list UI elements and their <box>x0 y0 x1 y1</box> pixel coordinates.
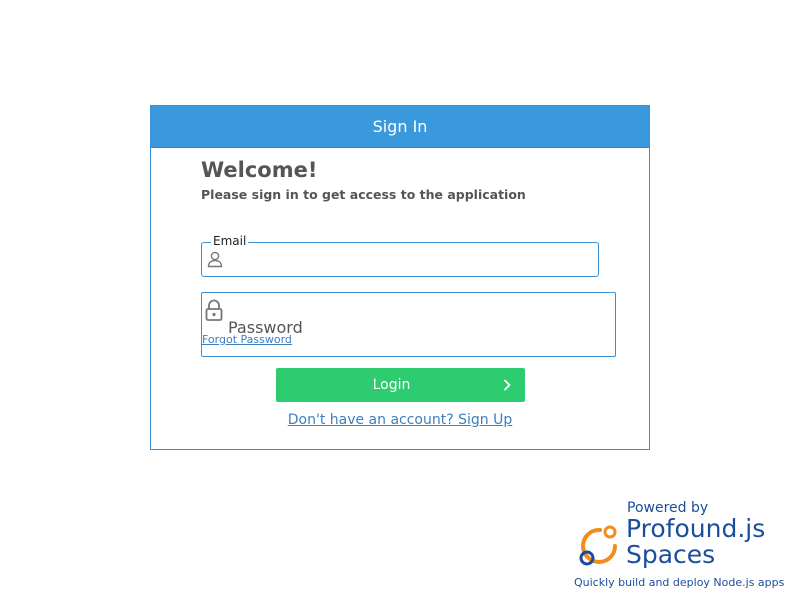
welcome-heading: Welcome! <box>201 158 318 182</box>
sign-up-link[interactable]: Don't have an account? Sign Up <box>151 412 649 428</box>
brand-name-spaces: Spaces <box>626 540 716 569</box>
profound-logo-icon <box>579 525 617 566</box>
email-input[interactable] <box>230 247 594 273</box>
sign-in-panel: Sign In Welcome! Please sign in to get a… <box>150 105 650 450</box>
login-button[interactable]: Login <box>276 368 525 402</box>
welcome-subtitle: Please sign in to get access to the appl… <box>201 187 526 202</box>
email-field[interactable]: Email <box>201 234 599 277</box>
panel-header: Sign In <box>151 106 649 148</box>
password-field[interactable]: Forgot Password <box>201 292 616 357</box>
brand-tagline: Quickly build and deploy Node.js apps <box>574 576 785 589</box>
user-icon <box>207 251 223 268</box>
login-button-label: Login <box>372 377 411 393</box>
lock-icon <box>205 299 223 321</box>
email-label: Email <box>211 234 249 248</box>
powered-by-brand: Powered by Profound.js Spaces Quickly bu… <box>570 500 795 595</box>
chevron-right-icon <box>504 379 511 391</box>
forgot-password-link[interactable]: Forgot Password <box>202 333 292 346</box>
page: Sign In Welcome! Please sign in to get a… <box>0 0 800 600</box>
